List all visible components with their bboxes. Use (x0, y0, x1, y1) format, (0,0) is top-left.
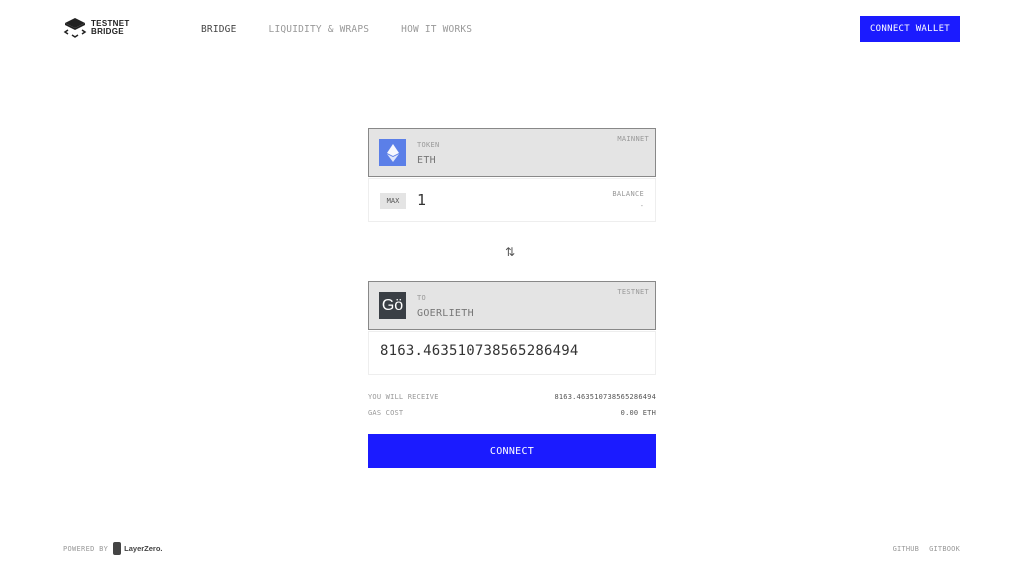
layerzero-icon (113, 542, 122, 555)
connect-button[interactable]: CONNECT (368, 434, 656, 468)
powered-by-text: POWERED BY (63, 544, 109, 553)
bridge-logo-icon (63, 18, 87, 38)
ethereum-icon (379, 139, 406, 166)
amount-field[interactable]: MAX 1 BALANCE - (368, 178, 656, 222)
main-nav: BRIDGE LIQUIDITY & WRAPS HOW IT WORKS (201, 24, 504, 35)
to-token-selector[interactable]: Gö TO GOERLIETH TESTNET (368, 281, 656, 330)
balance-label: BALANCE (612, 190, 644, 198)
gas-value: 0.00 ETH (620, 409, 656, 417)
receive-amount: 8163.463510738565286494 (380, 343, 579, 359)
goerli-icon: Gö (379, 292, 406, 319)
swap-direction-icon[interactable]: ⇅ (505, 245, 515, 259)
receive-amount-field: 8163.463510738565286494 (368, 331, 656, 375)
max-button[interactable]: MAX (380, 193, 406, 209)
powered-by: POWERED BY LayerZero. (63, 542, 163, 555)
to-token-label: TO (417, 294, 427, 302)
gitbook-link[interactable]: GITBOOK (929, 545, 960, 553)
logo-line-2: BRIDGE (91, 27, 124, 36)
nav-liquidity-wraps[interactable]: LIQUIDITY & WRAPS (269, 24, 370, 35)
layerzero-brand[interactable]: LayerZero. (124, 544, 162, 553)
header: TESTNET BRIDGE BRIDGE LIQUIDITY & WRAPS … (0, 0, 1024, 60)
receive-label: YOU WILL RECEIVE (368, 393, 439, 401)
github-link[interactable]: GITHUB (893, 545, 920, 553)
amount-input[interactable]: 1 (417, 191, 426, 209)
connect-wallet-button[interactable]: CONNECT WALLET (860, 16, 960, 42)
nav-how-it-works[interactable]: HOW IT WORKS (401, 24, 472, 35)
balance-value: - (639, 202, 644, 210)
footer-links: GITHUB GITBOOK (883, 545, 960, 553)
logo-text: TESTNET BRIDGE (91, 20, 130, 36)
to-network: TESTNET (617, 288, 649, 296)
from-token-name: ETH (417, 155, 436, 166)
gas-summary-row: GAS COST 0.00 ETH (368, 409, 656, 417)
from-network: MAINNET (617, 135, 649, 143)
to-token-name: GOERLIETH (417, 308, 474, 319)
receive-value: 8163.463510738565286494 (554, 393, 656, 401)
nav-bridge[interactable]: BRIDGE (201, 24, 237, 35)
gas-label: GAS COST (368, 409, 404, 417)
logo[interactable]: TESTNET BRIDGE (63, 17, 130, 39)
receive-summary-row: YOU WILL RECEIVE 8163.463510738565286494 (368, 393, 656, 401)
from-token-label: TOKEN (417, 141, 440, 149)
from-token-selector[interactable]: TOKEN ETH MAINNET (368, 128, 656, 177)
